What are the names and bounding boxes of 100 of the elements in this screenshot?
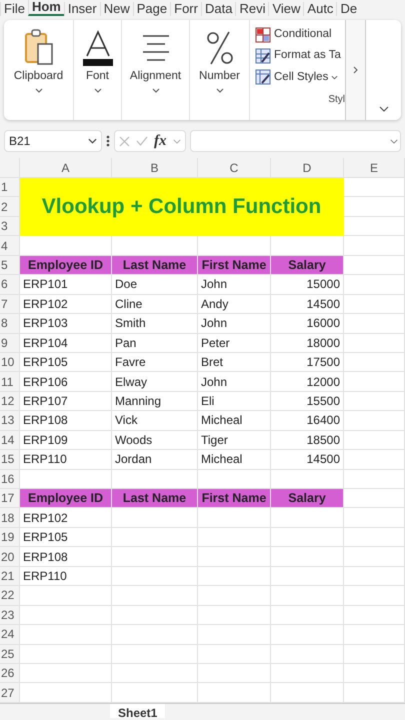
ribbon-tab[interactable]: Inser <box>64 2 100 16</box>
ribbon-tab[interactable]: Hom <box>28 0 64 16</box>
row-header[interactable]: 6 <box>0 275 20 295</box>
empty-cell <box>344 606 405 626</box>
ribbon-tab[interactable]: View <box>268 2 304 16</box>
table-cell: Eli <box>198 392 271 412</box>
style-command[interactable]: Conditional <box>255 26 345 44</box>
row-header[interactable]: 9 <box>0 334 20 353</box>
header-cell: Salary <box>271 489 344 508</box>
chevron-down-icon[interactable] <box>390 138 398 144</box>
table-cell: John <box>198 275 271 295</box>
row-header[interactable]: 15 <box>0 450 20 470</box>
font-color-icon <box>80 28 114 68</box>
row-header[interactable]: 5 <box>0 256 20 276</box>
empty-cell <box>344 216 405 236</box>
row-header[interactable]: 14 <box>0 430 20 450</box>
row-header[interactable]: 27 <box>0 683 20 703</box>
row-header[interactable]: 25 <box>0 644 20 664</box>
table-cell: ERP104 <box>20 334 112 353</box>
group-label: Styl <box>328 92 345 107</box>
table-cell: ERP106 <box>20 372 112 392</box>
chevron-down-icon[interactable] <box>88 138 97 144</box>
table-cell: ERP109 <box>20 430 112 450</box>
ribbon-tab[interactable]: Revi <box>235 2 268 16</box>
row-header[interactable]: 3 <box>0 216 20 236</box>
empty-cell <box>344 586 405 606</box>
ribbon-group-button[interactable]: Font <box>74 20 122 120</box>
header-cell: Last Name <box>112 256 198 276</box>
table-cell: 14500 <box>271 450 344 470</box>
row-header[interactable]: 8 <box>0 314 20 334</box>
row-header[interactable]: 12 <box>0 392 20 412</box>
row-header[interactable]: 19 <box>0 528 20 548</box>
empty-cell <box>344 314 405 334</box>
ribbon-tab[interactable]: Forr <box>170 2 201 16</box>
sheet-tab[interactable]: Sheet1 <box>110 704 166 718</box>
ribbon-tab[interactable]: Data <box>200 2 236 16</box>
column-header[interactable]: B <box>112 158 198 178</box>
table-cell: Manning <box>112 392 198 412</box>
empty-cell <box>344 430 405 450</box>
cell-styles-icon <box>255 69 271 86</box>
row-header[interactable]: 23 <box>0 606 20 626</box>
row-header[interactable]: 16 <box>0 470 20 489</box>
header-cell: First Name <box>198 256 271 276</box>
formula-input[interactable] <box>190 130 401 152</box>
insert-function-button[interactable]: fx <box>154 130 166 152</box>
row-header[interactable]: 10 <box>0 352 20 372</box>
row-header[interactable]: 18 <box>0 508 20 528</box>
ribbon-tab[interactable]: New <box>100 2 133 16</box>
empty-cell <box>344 197 405 217</box>
table-cell: 16000 <box>271 314 344 334</box>
row-header[interactable]: 2 <box>0 197 20 217</box>
row-header[interactable]: 13 <box>0 411 20 431</box>
table-cell: ERP102 <box>20 508 112 528</box>
table-cell: Woods <box>112 430 198 450</box>
empty-cell <box>344 352 405 372</box>
row-header[interactable]: 20 <box>0 547 20 567</box>
row-header[interactable]: 4 <box>0 236 20 256</box>
table-cell: 15000 <box>271 275 344 295</box>
row-header[interactable]: 11 <box>0 372 20 392</box>
column-header[interactable]: D <box>271 158 344 178</box>
row-header[interactable]: 21 <box>0 566 20 586</box>
row-header[interactable]: 22 <box>0 586 20 606</box>
chevron-right-icon[interactable] <box>352 66 358 74</box>
empty-cell <box>344 392 405 412</box>
row-header[interactable]: 1 <box>0 178 20 198</box>
empty-cell <box>344 566 405 586</box>
column-header[interactable]: E <box>344 158 405 178</box>
table-icon <box>255 48 271 64</box>
table-cell: 15500 <box>271 392 344 412</box>
column-header[interactable]: A <box>20 158 112 178</box>
name-box[interactable]: B21 <box>4 130 102 152</box>
chevron-down-icon <box>152 88 160 94</box>
ribbon-group-button[interactable]: Alignment <box>122 20 190 120</box>
ribbon-tab[interactable]: Page <box>132 2 170 16</box>
style-command[interactable]: Format as Ta <box>255 47 345 64</box>
column-header[interactable]: C <box>198 158 271 178</box>
chevron-down-icon[interactable] <box>378 106 388 112</box>
more-icon[interactable] <box>106 135 110 147</box>
row-header[interactable]: 17 <box>0 489 20 508</box>
ribbon-tab[interactable]: De <box>336 2 360 16</box>
ribbon-tab[interactable]: Autc <box>303 2 336 16</box>
table-cell: Tiger <box>198 430 271 450</box>
table-cell: ERP101 <box>20 275 112 295</box>
chevron-down-icon <box>216 88 224 94</box>
check-icon[interactable] <box>136 136 148 146</box>
chevron-down-icon <box>94 88 102 94</box>
style-command[interactable]: Cell Styles <box>255 68 345 86</box>
conditional-formatting-icon <box>255 26 271 43</box>
empty-cell <box>344 528 405 548</box>
table-cell: Elway <box>112 372 198 392</box>
table-cell: 18500 <box>271 430 344 450</box>
table-cell: ERP105 <box>20 352 112 372</box>
ribbon-tab[interactable]: File <box>0 2 28 16</box>
empty-cell <box>344 275 405 295</box>
empty-cell <box>344 334 405 353</box>
ribbon-group-button[interactable]: Clipboard <box>4 20 74 120</box>
row-header[interactable]: 24 <box>0 625 20 644</box>
row-header[interactable]: 7 <box>0 294 20 314</box>
ribbon-group-button[interactable]: Number <box>190 20 250 120</box>
row-header[interactable]: 26 <box>0 664 20 684</box>
